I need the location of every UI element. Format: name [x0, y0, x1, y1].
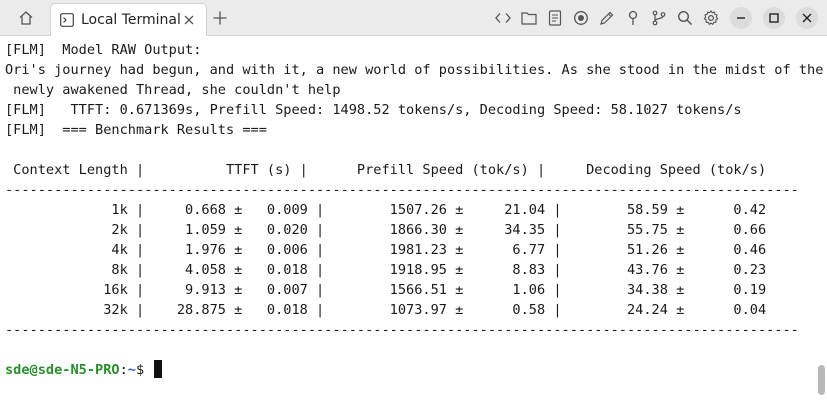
- terminal-line: [FLM] Model RAW Output:: [5, 42, 202, 58]
- benchmark-header: Context Length | TTFT (s) | Prefill Spee…: [5, 162, 767, 178]
- code-icon: [495, 11, 511, 25]
- pin-icon: [626, 10, 640, 26]
- table-divider: ----------------------------------------…: [5, 182, 799, 198]
- close-tab-button[interactable]: [180, 11, 198, 29]
- prompt-separator: :: [119, 362, 128, 378]
- pen-icon: [599, 10, 615, 26]
- tab-local-terminal[interactable]: Local Terminal: [50, 3, 207, 36]
- folder-button[interactable]: [516, 8, 542, 28]
- terminal-icon: [59, 12, 75, 28]
- record-button[interactable]: [568, 8, 594, 28]
- tab-bar: Local Terminal: [0, 0, 827, 36]
- prompt-user-host: sde@sde-N5-PRO: [5, 362, 120, 378]
- gear-icon: [703, 10, 719, 26]
- terminal-line: [FLM] TTFT: 0.671369s, Prefill Speed: 14…: [5, 102, 742, 118]
- record-icon: [573, 10, 589, 26]
- close-icon: [184, 15, 194, 25]
- settings-button[interactable]: [698, 8, 724, 28]
- tab-title: Local Terminal: [81, 12, 181, 28]
- terminal-output[interactable]: [FLM] Model RAW Output: Ori's journey ha…: [0, 37, 827, 400]
- branch-icon: [651, 10, 667, 26]
- minimize-button[interactable]: [730, 7, 752, 29]
- new-tab-button[interactable]: [210, 8, 230, 28]
- search-button[interactable]: [672, 8, 698, 28]
- branch-button[interactable]: [646, 8, 672, 28]
- close-icon: [802, 13, 812, 23]
- table-row: 8k | 4.058 ± 0.018 | 1918.95 ± 8.83 | 43…: [5, 262, 767, 278]
- terminal-line: [FLM] === Benchmark Results ===: [5, 122, 267, 138]
- notes-button[interactable]: [542, 8, 568, 28]
- text-cursor: [154, 360, 163, 378]
- prompt-path: ~: [127, 362, 136, 378]
- scrollbar[interactable]: [818, 365, 825, 395]
- shell-prompt[interactable]: sde@sde-N5-PRO:~$: [5, 360, 163, 380]
- terminal-line: Ori's journey had begun, and with it, a …: [5, 62, 824, 78]
- table-row: 32k | 28.875 ± 0.018 | 1073.97 ± 0.58 | …: [5, 302, 767, 318]
- table-row: 2k | 1.059 ± 0.020 | 1866.30 ± 34.35 | 5…: [5, 222, 767, 238]
- terminal-window: Local Terminal [FLM] Model RAW Output: O…: [0, 0, 827, 400]
- notes-icon: [548, 10, 562, 26]
- search-icon: [677, 10, 693, 26]
- table-row: 1k | 0.668 ± 0.009 | 1507.26 ± 21.04 | 5…: [5, 202, 767, 218]
- maximize-button[interactable]: [763, 7, 785, 29]
- code-button[interactable]: [490, 8, 516, 28]
- maximize-icon: [769, 13, 779, 23]
- pen-button[interactable]: [594, 8, 620, 28]
- pin-button[interactable]: [620, 8, 646, 28]
- home-button[interactable]: [8, 5, 44, 31]
- table-divider: ----------------------------------------…: [5, 322, 799, 338]
- close-window-button[interactable]: [796, 7, 818, 29]
- table-row: 16k | 9.913 ± 0.007 | 1566.51 ± 1.06 | 3…: [5, 282, 767, 298]
- table-row: 4k | 1.976 ± 0.006 | 1981.23 ± 6.77 | 51…: [5, 242, 767, 258]
- terminal-line: newly awakened Thread, she couldn't help: [5, 82, 341, 98]
- toolbar: [490, 8, 724, 28]
- minimize-icon: [736, 13, 746, 23]
- home-icon: [18, 10, 34, 26]
- plus-icon: [213, 11, 227, 25]
- prompt-symbol: $: [135, 362, 153, 378]
- folder-icon: [521, 11, 537, 25]
